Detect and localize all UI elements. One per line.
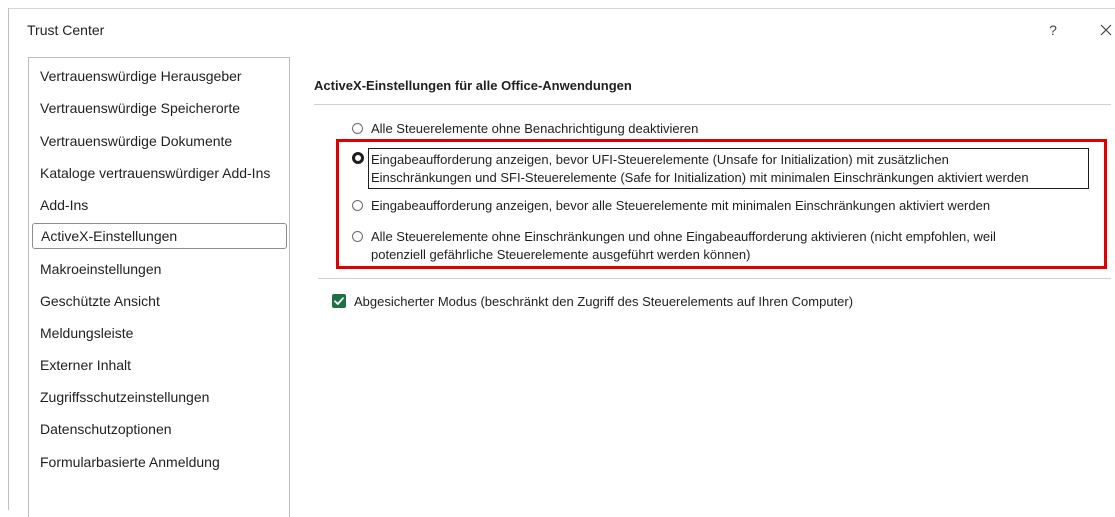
option-1-text: Alle Steuerelemente ohne Benachrichtigun…	[371, 121, 699, 136]
sidebar-item-form-based-signin[interactable]: Formularbasierte Anmeldung	[32, 449, 287, 475]
dialog-top-border	[8, 8, 1115, 9]
dialog-title: Trust Center	[27, 22, 105, 38]
sidebar-item-macro-settings[interactable]: Makroeinstellungen	[32, 256, 287, 282]
section-title: ActiveX-Einstellungen für alle Office-An…	[314, 78, 632, 93]
sidebar-nav: Vertrauenswürdige Herausgeber Vertrauens…	[28, 57, 290, 517]
sidebar-item-addins[interactable]: Add-Ins	[32, 192, 287, 218]
sidebar-item-trusted-locations[interactable]: Vertrauenswürdige Speicherorte	[32, 95, 287, 121]
safe-mode-label[interactable]: Abgesicherter Modus (beschränkt den Zugr…	[354, 293, 853, 310]
close-icon	[1100, 24, 1112, 36]
option-disable-all-label[interactable]: Alle Steuerelemente ohne Benachrichtigun…	[371, 120, 698, 137]
sidebar-item-trusted-documents[interactable]: Vertrauenswürdige Dokumente	[32, 128, 287, 154]
red-highlight-box	[336, 139, 1107, 269]
close-button[interactable]	[1096, 20, 1115, 40]
safe-mode-checkbox[interactable]	[332, 294, 346, 308]
sidebar-item-external-content[interactable]: Externer Inhalt	[32, 352, 287, 378]
section-divider	[314, 104, 1111, 105]
dialog-left-border	[8, 8, 9, 510]
sidebar-item-trusted-publishers[interactable]: Vertrauenswürdige Herausgeber	[32, 63, 287, 89]
sidebar-item-trusted-addin-catalogs[interactable]: Kataloge vertrauenswürdiger Add-Ins	[32, 160, 287, 186]
radio-disable-all[interactable]	[352, 123, 363, 134]
sidebar-item-activex-settings[interactable]: ActiveX-Einstellungen	[32, 223, 287, 249]
help-button[interactable]: ?	[1043, 20, 1063, 40]
checkmark-icon	[334, 297, 344, 305]
sidebar-item-privacy-options[interactable]: Datenschutzoptionen	[32, 416, 287, 442]
sidebar-item-protected-view[interactable]: Geschützte Ansicht	[32, 288, 287, 314]
sidebar-item-file-block-settings[interactable]: Zugriffsschutzeinstellungen	[32, 384, 287, 410]
section-divider-2	[318, 278, 1111, 279]
sidebar-item-message-bar[interactable]: Meldungsleiste	[32, 320, 287, 346]
